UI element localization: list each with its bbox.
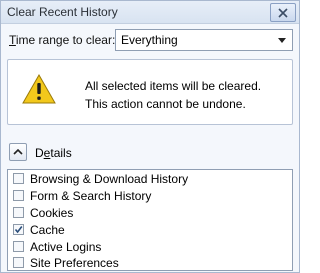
browsing-history-checkbox[interactable] (13, 173, 24, 184)
close-icon (278, 7, 288, 18)
list-item[interactable]: Cookies (8, 205, 292, 221)
active-logins-checkbox[interactable] (13, 241, 24, 252)
checkmark-icon (14, 226, 23, 234)
list-item[interactable]: Active Logins (8, 239, 292, 255)
time-range-value: Everything (121, 33, 178, 47)
time-range-select[interactable]: Everything (115, 29, 293, 51)
clear-history-dialog: Clear Recent History Time range to clear… (0, 0, 300, 273)
warning-box: All selected items will be cleared. This… (7, 59, 293, 125)
chevron-up-icon (13, 149, 23, 155)
warning-message: All selected items will be cleared. (85, 79, 262, 93)
close-button[interactable] (270, 3, 296, 22)
details-toggle-button[interactable] (9, 143, 27, 161)
time-range-label: Time range to clear: (9, 33, 116, 47)
title-bar: Clear Recent History (1, 1, 299, 24)
details-label[interactable]: Details (35, 146, 72, 160)
list-item[interactable]: Form & Search History (8, 188, 292, 204)
window-title: Clear Recent History (7, 5, 118, 19)
list-item[interactable]: Cache (8, 222, 292, 238)
list-item[interactable]: Browsing & Download History (8, 171, 292, 187)
site-preferences-checkbox[interactable] (13, 257, 24, 268)
warning-icon (22, 74, 56, 104)
warning-submessage: This action cannot be undone. (85, 97, 246, 111)
chevron-down-icon (278, 38, 286, 43)
history-items-list: Browsing & Download History Form & Searc… (7, 169, 293, 271)
cache-checkbox[interactable] (13, 224, 24, 235)
list-item[interactable]: Site Preferences (8, 255, 292, 271)
cookies-checkbox[interactable] (13, 207, 24, 218)
form-history-checkbox[interactable] (13, 190, 24, 201)
